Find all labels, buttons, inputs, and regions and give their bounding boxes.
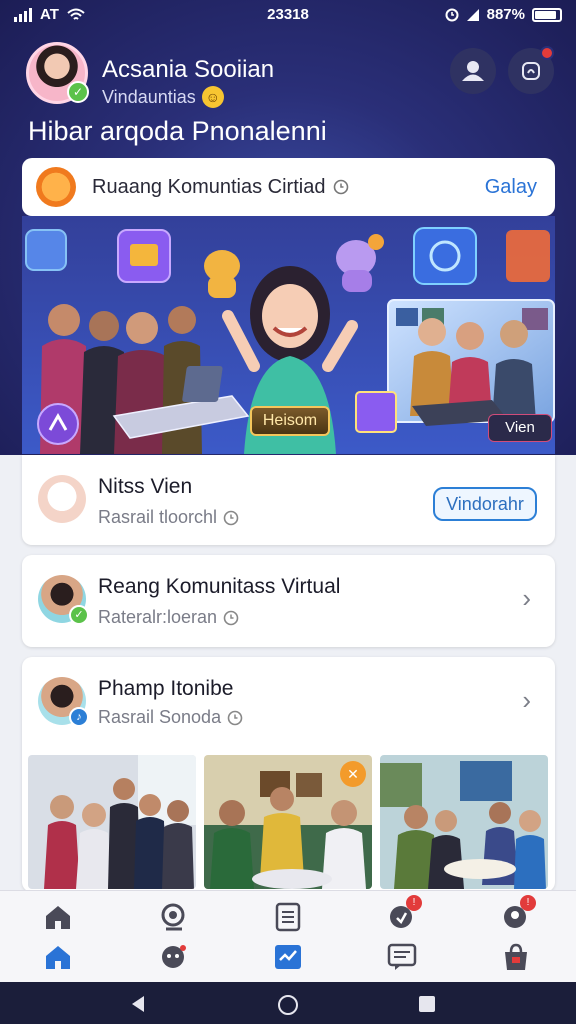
card-title-2: Reang Komunitass Virtual: [98, 575, 341, 598]
list-card-3[interactable]: ♪ Phamp Itonibe Rasrail Sonoda › ✕: [22, 657, 555, 892]
document-icon: [275, 902, 301, 932]
list-card-2[interactable]: ✓ Reang Komunitass Virtual Rateralr:loer…: [22, 555, 555, 647]
status-badge-icon: ♪: [69, 707, 89, 727]
shop-icon: [505, 943, 527, 970]
join-button[interactable]: Vindorahr: [433, 487, 537, 521]
card-subtitle-3: Rasrail Sonoda: [98, 707, 243, 728]
gallery-link[interactable]: Galay: [485, 176, 537, 199]
community-title: Ruaang Komuntias Cirtiad: [92, 175, 326, 198]
notifications-button[interactable]: [508, 46, 554, 94]
nav-documents[interactable]: [270, 899, 306, 935]
home-circle-icon[interactable]: [277, 994, 299, 1016]
profile-subtitle: Vindauntias ☺: [102, 86, 224, 108]
gathering-photo-image: [380, 755, 548, 889]
nav-community[interactable]: [155, 899, 191, 935]
card-title-3: Phamp Itonibe: [98, 677, 234, 700]
nav-home-outline[interactable]: [40, 899, 76, 935]
messages-icon: [387, 943, 417, 970]
community-photo-3[interactable]: [380, 755, 548, 889]
profile-avatar[interactable]: ✓: [26, 42, 89, 104]
card-subtitle-2: Rateralr:loeran: [98, 607, 239, 628]
clock-icon: [334, 179, 349, 195]
nav-notifications[interactable]: !: [384, 895, 422, 935]
hero-corner-label: Vien: [488, 414, 552, 442]
chat-icon: [162, 945, 186, 968]
community-card[interactable]: Ruaang Komuntias Cirtiad Galay: [22, 158, 555, 216]
card-avatar-1: [38, 475, 86, 523]
card-title-1: Nitss Vien: [98, 475, 193, 498]
card-subtitle-text-1: Rasrail tloorchl: [98, 507, 218, 527]
list-card-1[interactable]: Nitss Vien Rasrail tloorchl Vindorahr: [22, 455, 555, 545]
card-avatar-3: ♪: [38, 677, 89, 727]
nav-messages[interactable]: [384, 939, 420, 975]
community-icon: [161, 903, 185, 931]
person-icon: [462, 61, 484, 81]
nav-chat[interactable]: [155, 939, 191, 975]
hero-center-label: Heisom: [250, 406, 330, 436]
nav-tasks[interactable]: [270, 939, 306, 975]
profile-name: Acsania Sooiian: [102, 56, 275, 83]
close-badge-icon[interactable]: ✕: [340, 761, 366, 787]
clock-icon: [227, 710, 243, 725]
group-photo-image: [28, 755, 196, 889]
nav-profile-alerts[interactable]: !: [498, 895, 536, 935]
card-subtitle-text-3: Rasrail Sonoda: [98, 707, 222, 727]
greeting-title: Hibar arqoda Pnonalenni: [28, 116, 327, 146]
status-badge-icon: ✓: [69, 605, 89, 625]
photo-strip: ✕: [28, 755, 548, 889]
nav-home[interactable]: [40, 939, 76, 975]
nav-shop[interactable]: [498, 939, 534, 975]
smile-emoji-icon: ☺: [201, 86, 224, 108]
community-photo-1[interactable]: [28, 755, 196, 889]
tasks-icon: [275, 945, 301, 969]
card-subtitle-text-2: Rateralr:loeran: [98, 607, 218, 627]
notification-count-badge: !: [406, 895, 422, 911]
community-photo-2[interactable]: ✕: [204, 755, 372, 889]
notification-bell-icon: [522, 62, 540, 80]
clock-icon: [223, 510, 239, 525]
people-button[interactable]: [450, 48, 496, 94]
profile-subtitle-text: Vindauntias: [102, 86, 196, 107]
card-avatar-2: ✓: [38, 575, 89, 625]
battery-icon: [532, 7, 562, 22]
clock-icon: [223, 610, 239, 625]
notification-dot: [540, 46, 554, 60]
home-icon: [46, 946, 70, 969]
alarm-icon: [445, 8, 459, 21]
cell-signal-icon: [466, 8, 479, 21]
chevron-right-icon[interactable]: ›: [522, 583, 531, 614]
battery-percent: 887%: [486, 6, 525, 23]
system-navigation: [0, 982, 576, 1024]
community-logo-icon: [36, 167, 76, 207]
back-icon[interactable]: [128, 994, 148, 1014]
status-bar: AT 23318 887%: [0, 0, 576, 30]
card-subtitle-1: Rasrail tloorchl: [98, 507, 239, 528]
bottom-navigation: ! !: [0, 890, 576, 982]
online-badge-icon: ✓: [67, 81, 89, 103]
home-outline-icon: [46, 906, 70, 929]
profile-alert-badge: !: [520, 895, 536, 911]
chevron-right-icon[interactable]: ›: [522, 685, 531, 716]
recents-icon[interactable]: [417, 994, 437, 1014]
